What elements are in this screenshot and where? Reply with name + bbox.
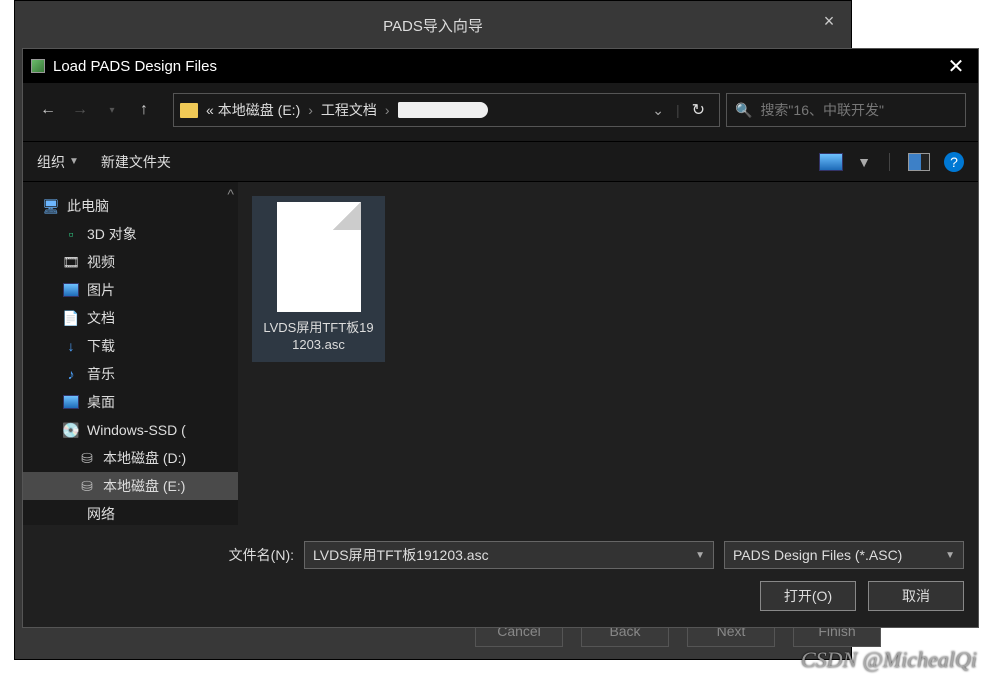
filename-value: LVDS屏用TFT板191203.asc (313, 545, 489, 565)
filename-label: 文件名(N): (229, 545, 294, 565)
search-input[interactable]: 🔍 搜索"16、中联开发" (726, 93, 966, 127)
ic-drv-icon (79, 451, 95, 465)
sidebar-item-label: 图片 (87, 280, 115, 300)
filename-input[interactable]: LVDS屏用TFT板191203.asc ▼ (304, 541, 714, 569)
nav-back-button[interactable]: ← (35, 97, 61, 123)
sidebar-item-label: 视频 (87, 252, 115, 272)
nav-forward-button[interactable]: → (67, 97, 93, 123)
wizard-title: PADS导入向导 (383, 15, 483, 36)
sidebar-item[interactable]: 视频 (23, 248, 238, 276)
sidebar: ^ 此电脑 3D 对象视频图片文档下载音乐桌面 Windows-SSD ( 本地磁盘 … (23, 182, 238, 525)
wizard-titlebar: PADS导入向导 × (15, 1, 851, 49)
breadcrumb-drive[interactable]: 本地磁盘 (E:) (218, 100, 300, 120)
chevron-down-icon: ▼ (69, 156, 79, 167)
sidebar-item-label: 桌面 (87, 392, 115, 412)
file-list-pane[interactable]: LVDS屏用TFT板191203.asc (238, 182, 978, 525)
sidebar-item[interactable]: Windows-SSD ( (23, 416, 238, 444)
ic-desk-icon (63, 395, 79, 409)
filetype-value: PADS Design Files (*.ASC) (733, 547, 902, 563)
chevron-down-icon[interactable]: ▼ (695, 550, 705, 561)
filetype-select[interactable]: PADS Design Files (*.ASC) ▼ (724, 541, 964, 569)
blank-icon (63, 507, 79, 521)
sidebar-item-label: 音乐 (87, 364, 115, 384)
organize-button[interactable]: 组织 ▼ (37, 152, 79, 172)
refresh-button[interactable]: ↻ (684, 100, 713, 120)
breadcrumb-redacted (398, 102, 488, 118)
sidebar-item[interactable]: 图片 (23, 276, 238, 304)
chevron-right-icon: › (381, 102, 394, 118)
view-mode-dropdown[interactable]: ▼ (857, 154, 871, 170)
ic-pc-icon (43, 199, 59, 213)
sidebar-item[interactable]: 音乐 (23, 360, 238, 388)
sidebar-item[interactable]: 3D 对象 (23, 220, 238, 248)
ic-3d-icon (63, 227, 79, 241)
ic-doc-icon (63, 311, 79, 325)
sidebar-item[interactable]: 本地磁盘 (D:) (23, 444, 238, 472)
dialog-bottom: 文件名(N): LVDS屏用TFT板191203.asc ▼ PADS Desi… (23, 525, 978, 627)
file-icon (277, 202, 361, 312)
sidebar-item-label: Windows-SSD ( (87, 422, 186, 438)
nav-row: ← → ▾ ↑ « 本地磁盘 (E:) › 工程文档 › ⌄ | ↻ 🔍 搜索"… (23, 83, 978, 142)
preview-pane-icon[interactable] (908, 153, 930, 171)
chevron-right-icon: › (304, 102, 317, 118)
address-history-button[interactable]: ⌄ (644, 102, 672, 119)
dialog-body: ^ 此电脑 3D 对象视频图片文档下载音乐桌面 Windows-SSD ( 本地磁盘 … (23, 182, 978, 525)
folder-icon (180, 103, 198, 118)
sidebar-item[interactable]: 下载 (23, 332, 238, 360)
breadcrumb-folder[interactable]: 工程文档 (321, 100, 377, 120)
ic-dl-icon (63, 339, 79, 353)
sidebar-item-label: 本地磁盘 (D:) (103, 448, 186, 468)
ic-img-icon (63, 283, 79, 297)
nav-recent-button[interactable]: ▾ (99, 97, 125, 123)
sidebar-item-label: 下载 (87, 336, 115, 356)
file-item[interactable]: LVDS屏用TFT板191203.asc (252, 196, 385, 362)
dialog-app-icon (31, 59, 45, 73)
breadcrumb-prefix: « (206, 102, 214, 118)
open-button[interactable]: 打开(O) (760, 581, 856, 611)
chevron-down-icon[interactable]: ▼ (945, 550, 955, 561)
file-label: LVDS屏用TFT板191203.asc (258, 318, 379, 356)
sidebar-item[interactable]: 桌面 (23, 388, 238, 416)
sidebar-item-label: 此电脑 (67, 196, 109, 216)
sidebar-item-label: 文档 (87, 308, 115, 328)
sidebar-item[interactable]: 网络 (23, 500, 238, 525)
dialog-close-button[interactable]: ✕ (934, 49, 978, 83)
sidebar-item-label: 3D 对象 (87, 224, 137, 244)
ic-vid-icon (63, 255, 79, 269)
address-bar[interactable]: « 本地磁盘 (E:) › 工程文档 › ⌄ | ↻ (173, 93, 720, 127)
toolbar: 组织 ▼ 新建文件夹 ▼ ? (23, 142, 978, 182)
search-icon: 🔍 (735, 102, 752, 119)
wizard-close-button[interactable]: × (815, 11, 843, 33)
view-mode-icon[interactable] (819, 153, 843, 171)
search-placeholder: 搜索"16、中联开发" (760, 100, 884, 120)
ic-ssd-icon (63, 423, 79, 437)
new-folder-button[interactable]: 新建文件夹 (101, 152, 171, 172)
sidebar-item[interactable]: 此电脑 (23, 192, 238, 220)
sidebar-item-label: 网络 (87, 504, 115, 524)
help-icon[interactable]: ? (944, 152, 964, 172)
scroll-up-button[interactable]: ^ (227, 186, 234, 202)
ic-music-icon (63, 367, 79, 381)
cancel-button[interactable]: 取消 (868, 581, 964, 611)
file-open-dialog: Load PADS Design Files ✕ ← → ▾ ↑ « 本地磁盘 … (22, 48, 979, 628)
sidebar-item[interactable]: 文档 (23, 304, 238, 332)
sidebar-item-label: 本地磁盘 (E:) (103, 476, 185, 496)
dialog-title: Load PADS Design Files (53, 58, 934, 75)
nav-up-button[interactable]: ↑ (131, 97, 157, 123)
ic-drv-icon (79, 479, 95, 493)
sidebar-item[interactable]: 本地磁盘 (E:) (23, 472, 238, 500)
dialog-titlebar[interactable]: Load PADS Design Files ✕ (23, 49, 978, 83)
